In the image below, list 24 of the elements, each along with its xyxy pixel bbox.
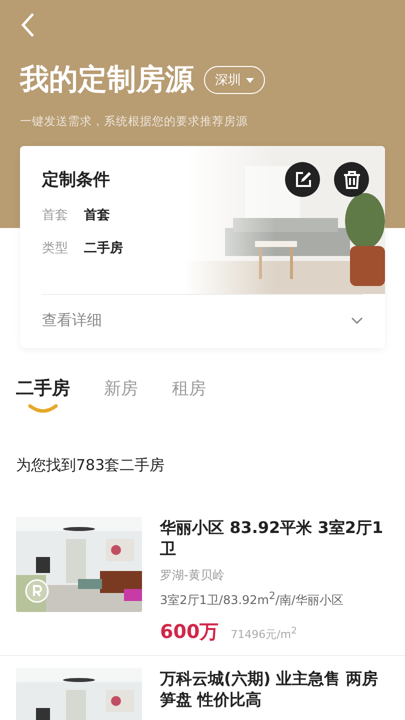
condition-value: 二手房 [84,240,123,257]
condition-label: 首套 [42,207,68,224]
chevron-icon [351,316,363,324]
unit-price: 71496元/m$^{2}$ [230,625,297,642]
caret-icon [246,78,254,82]
category-tab[interactable]: 新房 [104,376,138,416]
listing-title[interactable]: 华丽小区 83.92平米 3室2厅1卫 [160,517,389,559]
listing-title[interactable]: 万科云城(六期) 业主急售 两房笋盘 性价比高 [160,668,389,710]
page-subtitle: 一键发送需求，系统根据您的要求推荐房源 [20,114,249,129]
page-title: 我的定制房源 [20,61,194,98]
listing-specs: 3室2厅1卫/83.92m$^{2}$/南/华丽小区 [160,591,344,609]
category-tab[interactable]: 租房 [172,376,206,416]
condition-value: 首套 [84,207,110,224]
tab-indicator [28,404,58,414]
city-dropdown[interactable]: 深圳 [204,66,265,94]
trash-icon [342,170,360,188]
listing-price: 600万 [160,620,219,645]
category-tab[interactable]: 二手房 [16,376,70,416]
card-title: 定制条件 [42,169,110,191]
details-toggle[interactable]: 查看详细 [42,294,363,348]
result-count: 为您找到783套二手房 [15,455,166,475]
listing-area: 罗湖-黄贝岭 [160,567,389,584]
edit-icon [294,170,312,188]
condition-label: 类型 [42,240,68,257]
